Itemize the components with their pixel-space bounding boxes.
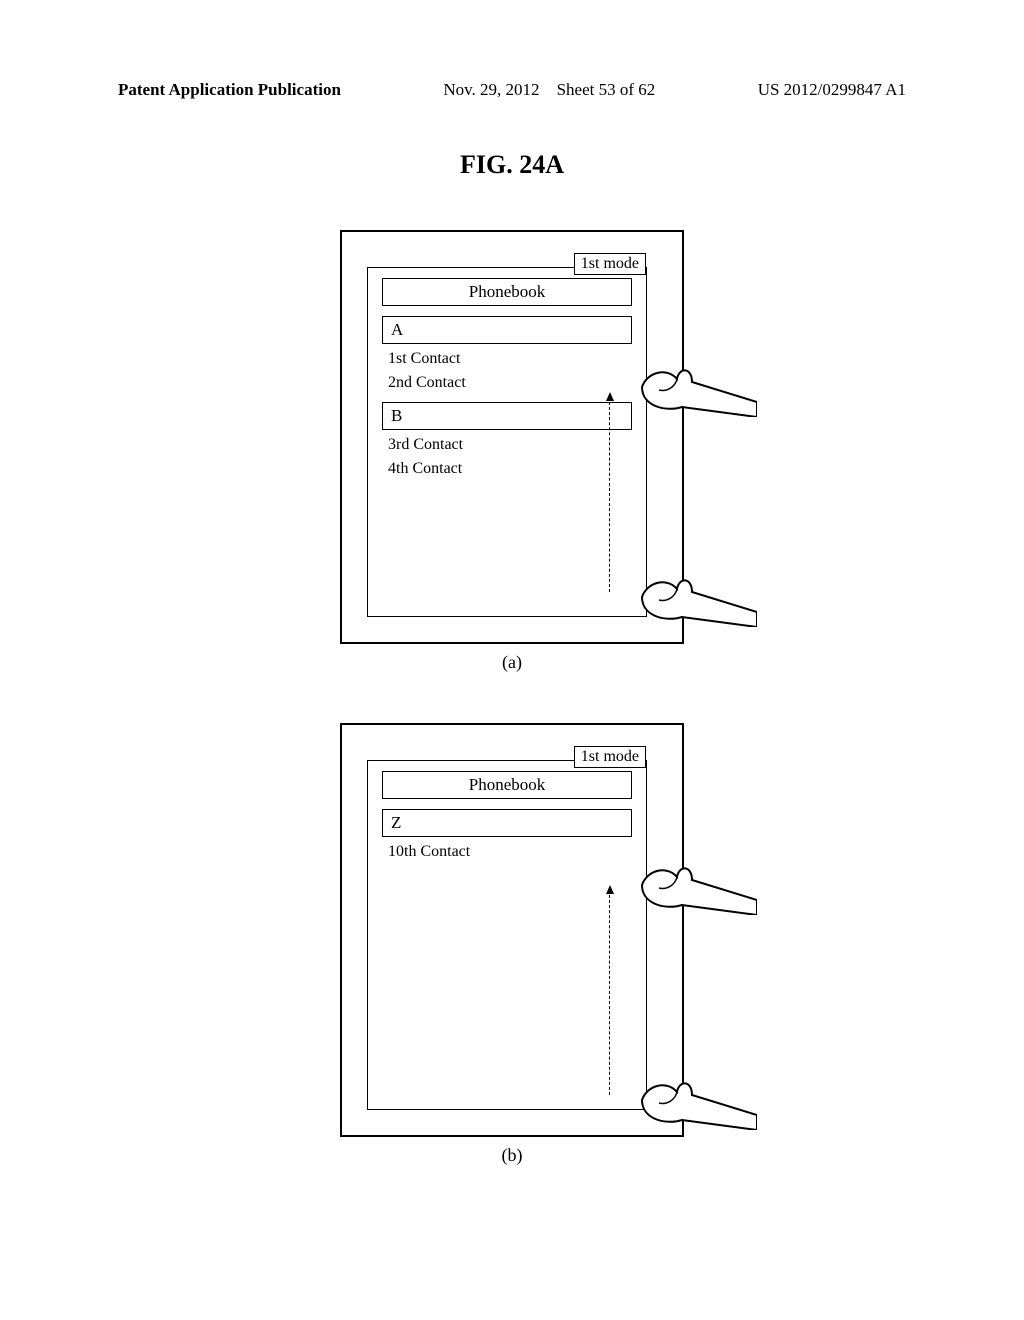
hand-pointer-icon — [637, 855, 757, 915]
publication-type: Patent Application Publication — [118, 80, 341, 100]
drag-path-icon — [609, 402, 610, 592]
subfigure-label-b: (b) — [340, 1145, 684, 1166]
list-item: 1st Contact — [388, 350, 626, 368]
hand-pointer-icon — [637, 357, 757, 417]
figure-title: FIG. 24A — [0, 150, 1024, 180]
drag-arrowhead-icon — [606, 885, 614, 894]
list-item: 2nd Contact — [388, 374, 626, 392]
device-frame: 1st mode Phonebook Z 10th Contact — [340, 723, 684, 1137]
device-frame: 1st mode Phonebook A 1st Contact 2nd Con… — [340, 230, 684, 644]
page-header: Patent Application Publication Nov. 29, … — [0, 0, 1024, 100]
device-screen: 1st mode Phonebook Z 10th Contact — [367, 760, 647, 1110]
list-item: 3rd Contact — [388, 436, 626, 454]
publication-date-sheet: Nov. 29, 2012 Sheet 53 of 62 — [443, 80, 655, 100]
section-letter-b: B — [382, 402, 632, 430]
hand-pointer-icon — [637, 567, 757, 627]
device-screen: 1st mode Phonebook A 1st Contact 2nd Con… — [367, 267, 647, 617]
figure-panel-a: 1st mode Phonebook A 1st Contact 2nd Con… — [340, 230, 684, 673]
subfigure-label-a: (a) — [340, 652, 684, 673]
mode-badge: 1st mode — [574, 253, 646, 275]
publication-number: US 2012/0299847 A1 — [758, 80, 906, 100]
list-item: 10th Contact — [388, 843, 626, 861]
hand-pointer-icon — [637, 1070, 757, 1130]
sheet-number: Sheet 53 of 62 — [557, 80, 656, 99]
section-letter-z: Z — [382, 809, 632, 837]
section-letter-a: A — [382, 316, 632, 344]
list-item: 4th Contact — [388, 460, 626, 478]
phonebook-header: Phonebook — [382, 278, 632, 306]
mode-badge: 1st mode — [574, 746, 646, 768]
figure-panel-b: 1st mode Phonebook Z 10th Contact — [340, 723, 684, 1166]
drag-arrowhead-icon — [606, 392, 614, 401]
publication-date: Nov. 29, 2012 — [443, 80, 539, 99]
phonebook-header: Phonebook — [382, 771, 632, 799]
drag-path-icon — [609, 895, 610, 1095]
